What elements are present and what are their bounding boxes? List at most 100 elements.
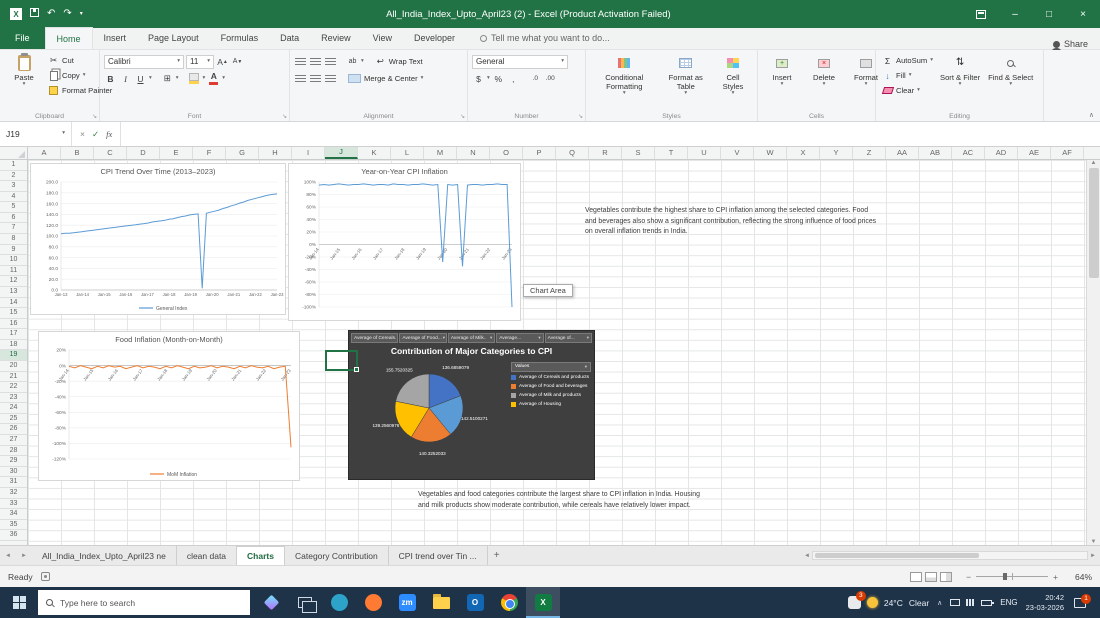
align-left-button[interactable]: [294, 72, 307, 86]
column-header-V[interactable]: V: [721, 147, 754, 159]
row-header-27[interactable]: 27: [0, 435, 27, 446]
tray-display-icon[interactable]: [950, 599, 961, 606]
tab-page-layout[interactable]: Page Layout: [137, 27, 210, 49]
column-header-W[interactable]: W: [754, 147, 787, 159]
column-header-B[interactable]: B: [61, 147, 94, 159]
column-header-O[interactable]: O: [490, 147, 523, 159]
share-button[interactable]: Share: [1050, 39, 1088, 53]
sheet-tab-category-contribution[interactable]: Category Contribution: [284, 546, 389, 565]
horizontal-scroll-thumb[interactable]: [814, 553, 980, 558]
column-header-I[interactable]: I: [292, 147, 325, 159]
row-header-33[interactable]: 33: [0, 499, 27, 510]
tab-insert[interactable]: Insert: [93, 27, 138, 49]
paste-button[interactable]: Paste ▾: [4, 53, 44, 109]
column-header-G[interactable]: G: [226, 147, 259, 159]
vertical-scrollbar[interactable]: ▲ ▼: [1086, 160, 1100, 545]
row-header-3[interactable]: 3: [0, 181, 27, 192]
taskbar-app-chrome[interactable]: [492, 587, 526, 618]
insert-cells-button[interactable]: + Insert ▾: [762, 53, 802, 109]
formula-input[interactable]: [121, 122, 1100, 146]
hscroll-left-icon[interactable]: ◄: [804, 553, 810, 559]
row-header-1[interactable]: 1: [0, 160, 27, 171]
column-header-AE[interactable]: AE: [1018, 147, 1051, 159]
chart-yoy-inflation[interactable]: Year-on-Year CPI Inflation 100% 80% 60% 40% 2…: [288, 163, 521, 321]
horizontal-scrollbar[interactable]: ◄ ►: [800, 546, 1100, 565]
sheet-nav-right-icon[interactable]: ►: [16, 546, 32, 565]
row-header-4[interactable]: 4: [0, 192, 27, 203]
insert-function-icon[interactable]: fx: [106, 129, 112, 139]
row-header-8[interactable]: 8: [0, 234, 27, 245]
cell-styles-button[interactable]: Cell Styles ▾: [713, 53, 753, 109]
taskbar-app-file-explorer[interactable]: [424, 587, 458, 618]
row-header-34[interactable]: 34: [0, 509, 27, 520]
new-sheet-button[interactable]: +: [488, 546, 506, 565]
find-select-button[interactable]: Find & Select ▾: [985, 53, 1036, 109]
font-name-select[interactable]: Calibri ▾: [104, 54, 184, 69]
zoom-level[interactable]: 64%: [1066, 572, 1092, 582]
align-bottom-button[interactable]: [324, 55, 337, 69]
page-layout-view-icon[interactable]: [925, 571, 938, 582]
column-header-D[interactable]: D: [127, 147, 160, 159]
cancel-icon[interactable]: ×: [80, 129, 85, 139]
font-color-button[interactable]: A: [207, 72, 220, 86]
column-header-Z[interactable]: Z: [853, 147, 886, 159]
column-header-J[interactable]: J: [325, 147, 358, 159]
fill-button[interactable]: ↓ Fill ▾: [880, 68, 935, 83]
column-header-AF[interactable]: AF: [1051, 147, 1084, 159]
tray-language[interactable]: ENG: [998, 598, 1019, 607]
tray-alert-icon[interactable]: 3: [847, 591, 866, 609]
chart-food-inflation[interactable]: Food Inflation (Month-on-Month) 20% 0% -20%…: [38, 331, 300, 481]
decrease-decimal-button[interactable]: .00: [544, 72, 557, 86]
column-header-N[interactable]: N: [457, 147, 490, 159]
increase-decimal-button[interactable]: .0: [529, 72, 542, 86]
zoom-in-icon[interactable]: +: [1053, 572, 1058, 582]
column-header-K[interactable]: K: [358, 147, 391, 159]
conditional-formatting-button[interactable]: Conditional Formatting ▾: [590, 53, 659, 109]
tab-developer[interactable]: Developer: [403, 27, 466, 49]
column-header-H[interactable]: H: [259, 147, 292, 159]
tell-me-box[interactable]: Tell me what you want to do...: [480, 27, 610, 49]
taskbar-app-zoom[interactable]: zm: [390, 587, 424, 618]
row-header-12[interactable]: 12: [0, 276, 27, 287]
column-header-AD[interactable]: AD: [985, 147, 1018, 159]
row-header-20[interactable]: 20: [0, 361, 27, 372]
row-header-10[interactable]: 10: [0, 255, 27, 266]
pivot-field-2[interactable]: Average of Milk.. ▾: [447, 333, 496, 343]
taskbar-app-firefox[interactable]: [356, 587, 390, 618]
qat-customize-icon[interactable]: ▾: [80, 11, 83, 17]
column-header-E[interactable]: E: [160, 147, 193, 159]
close-button[interactable]: ×: [1066, 0, 1100, 28]
row-header-17[interactable]: 17: [0, 329, 27, 340]
column-header-P[interactable]: P: [523, 147, 556, 159]
sheet-tab-all-india-index-upto-april23-ne[interactable]: All_India_Index_Upto_April23 ne: [32, 546, 177, 565]
row-header-31[interactable]: 31: [0, 477, 27, 488]
row-header-24[interactable]: 24: [0, 403, 27, 414]
tray-battery-icon[interactable]: [981, 599, 995, 606]
row-header-21[interactable]: 21: [0, 372, 27, 383]
underline-button[interactable]: U: [134, 72, 147, 86]
increase-font-button[interactable]: A ▲: [216, 55, 229, 69]
weather-desc[interactable]: Clear: [909, 598, 929, 608]
sheet-tab-clean-data[interactable]: clean data: [176, 546, 238, 565]
hidden-icons-chevron[interactable]: ∧: [935, 599, 944, 607]
tab-data[interactable]: Data: [269, 27, 310, 49]
column-header-AB[interactable]: AB: [919, 147, 952, 159]
hscroll-right-icon[interactable]: ►: [1090, 553, 1096, 559]
maximize-button[interactable]: □: [1032, 0, 1066, 28]
percent-style-button[interactable]: %: [492, 72, 505, 86]
column-header-Y[interactable]: Y: [820, 147, 853, 159]
alignment-dialog-launcher[interactable]: ↘: [460, 113, 465, 120]
tray-clock[interactable]: 20:42 23-03-2026: [1026, 593, 1064, 613]
pivot-field-4[interactable]: Average of... ▾: [544, 333, 593, 343]
pivot-chart[interactable]: Average of Cereals.▾Average of Food...▾A…: [348, 330, 595, 480]
sheet-tab-charts[interactable]: Charts: [237, 546, 285, 565]
notification-center-icon[interactable]: 1: [1074, 593, 1091, 608]
column-header-M[interactable]: M: [424, 147, 457, 159]
column-header-F[interactable]: F: [193, 147, 226, 159]
start-button[interactable]: [0, 587, 38, 618]
macro-record-icon[interactable]: [40, 572, 50, 581]
vertical-scroll-thumb[interactable]: [1088, 168, 1099, 278]
select-all-corner[interactable]: [0, 147, 28, 159]
row-header-2[interactable]: 2: [0, 171, 27, 182]
page-break-view-icon[interactable]: [940, 571, 953, 582]
